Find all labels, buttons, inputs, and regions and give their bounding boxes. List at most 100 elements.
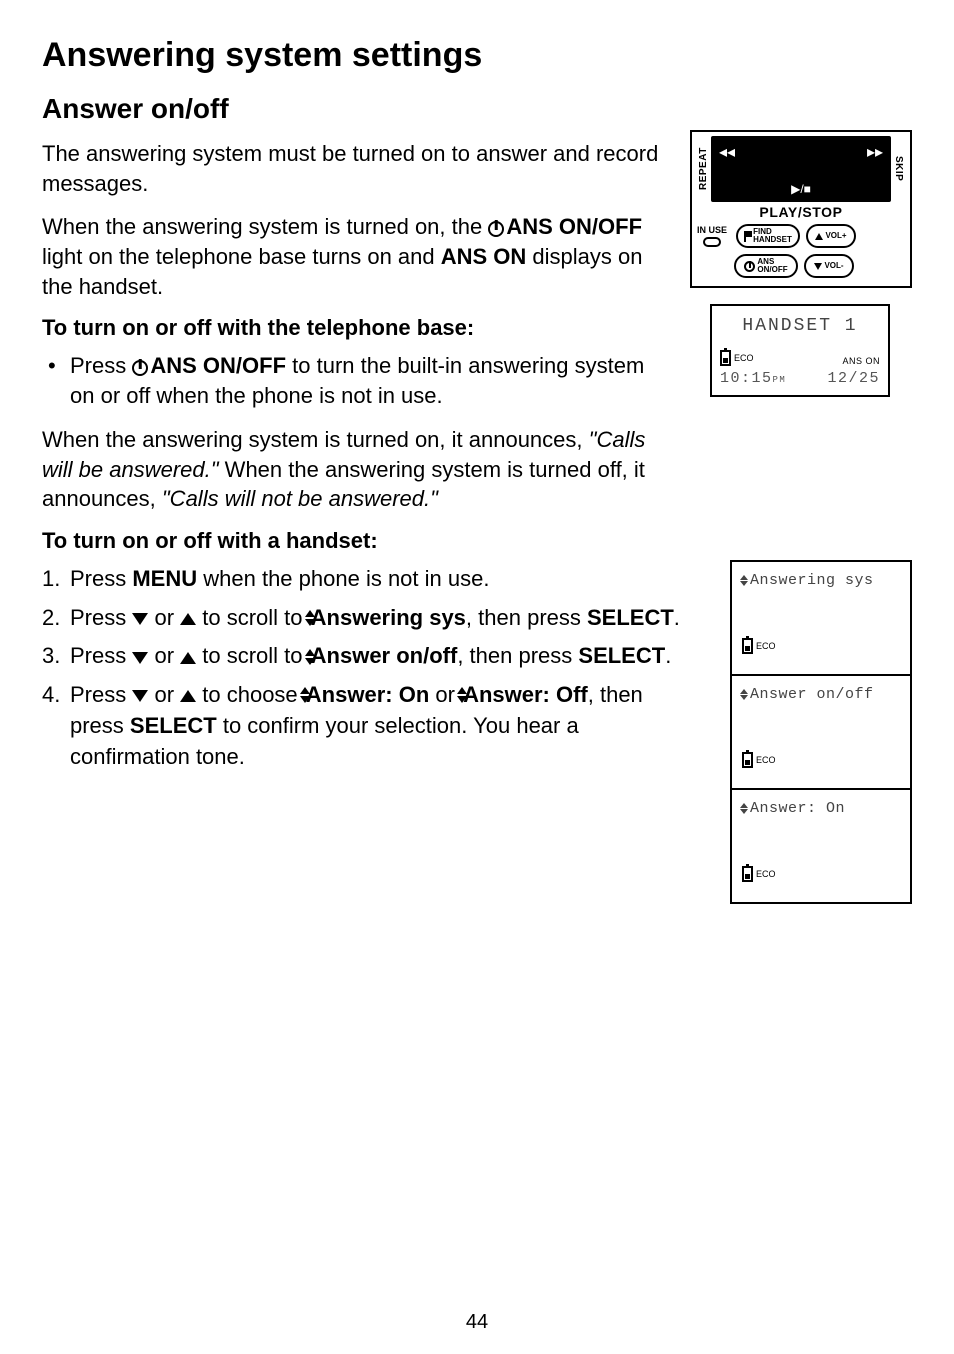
s4h: SELECT — [130, 713, 217, 738]
bullet-item: Press ANS ON/OFF to turn the built-in an… — [42, 351, 662, 410]
p3d: "Calls will not be answered." — [162, 486, 438, 511]
s1c: when the phone is not in use. — [197, 566, 489, 591]
flag-icon — [744, 231, 751, 242]
page-title: Answering system settings — [42, 36, 912, 75]
numbered-list: Press MENU when the phone is not in use.… — [42, 564, 682, 773]
base-row-2: ANSON/OFF VOL- — [698, 254, 904, 278]
lcd-step-3: Answer: On ECO — [730, 788, 912, 904]
updown-icon — [740, 803, 748, 814]
lcd-status-row: ECO ANS ON — [720, 350, 880, 366]
find-handset-button: FINDHANDSET — [736, 224, 800, 248]
s4e: or — [429, 682, 461, 707]
down-arrow-icon — [132, 652, 148, 664]
s3b: or — [148, 643, 180, 668]
s4d: Answer: On — [306, 682, 429, 707]
updown-icon — [740, 689, 748, 700]
power-icon — [488, 221, 504, 237]
base-row-1: IN USE FINDHANDSET VOL+ — [698, 224, 904, 248]
s2f: SELECT — [587, 605, 674, 630]
s3d: Answer on/off — [311, 643, 458, 668]
up-arrow-icon — [180, 690, 196, 702]
eco-label: ECO — [734, 353, 754, 363]
vol-up-button: VOL+ — [806, 224, 856, 248]
s2g: . — [674, 605, 680, 630]
eco-label: ECO — [756, 869, 776, 879]
play-area: ◂◂ ▸▸ ▶/■ — [711, 136, 891, 202]
s3e: , then press — [457, 643, 578, 668]
s2c: to scroll to — [196, 605, 308, 630]
vol-plus-label: VOL+ — [825, 232, 846, 240]
lcd-step-1: Answering sys ECO — [730, 560, 912, 676]
lcd-time: 10:15 — [720, 370, 773, 387]
vol-down-button: VOL- — [804, 254, 854, 278]
updown-icon — [740, 575, 748, 586]
ans-on-label: ANS ON — [842, 356, 880, 366]
lcd-ampm: PM — [773, 375, 787, 385]
in-use-indicator: IN USE — [694, 225, 730, 247]
power-icon — [132, 360, 148, 376]
down-arrow-icon — [132, 613, 148, 625]
lcd-title: HANDSET 1 — [720, 316, 880, 336]
up-arrow-icon — [180, 652, 196, 664]
p3a: When the answering system is turned on, … — [42, 427, 589, 452]
led-icon — [703, 237, 721, 247]
p2d: ANS ON — [441, 244, 527, 269]
battery-icon — [742, 638, 753, 654]
p2c: light on the telephone base turns on and — [42, 244, 441, 269]
s3c: to scroll to — [196, 643, 308, 668]
s4c: to choose — [196, 682, 304, 707]
eco-label: ECO — [756, 641, 776, 651]
s4b: or — [148, 682, 180, 707]
battery-icon — [742, 752, 753, 768]
paragraph-3: When the answering system is turned on, … — [42, 425, 662, 514]
s3f: SELECT — [578, 643, 665, 668]
vol-minus-label: VOL- — [824, 262, 843, 270]
step-3: Press or to scroll to Answer on/off, the… — [42, 641, 682, 672]
battery-icon — [720, 350, 731, 366]
battery-icon — [742, 866, 753, 882]
s1b: MENU — [132, 566, 197, 591]
s3g: . — [665, 643, 671, 668]
up-arrow-icon — [180, 613, 196, 625]
lcd-handset-main: HANDSET 1 ECO ANS ON 10:15PM 12/25 — [710, 304, 890, 397]
ans-onoff-button: ANSON/OFF — [734, 254, 798, 278]
s1a: Press — [70, 566, 132, 591]
paragraph-1: The answering system must be turned on t… — [42, 139, 662, 198]
b1b: ANS ON/OFF — [150, 353, 286, 378]
lcd2-text: Answer on/off — [750, 686, 874, 703]
b1a: Press — [70, 353, 132, 378]
s2d: Answering sys — [311, 605, 466, 630]
lcd-stack: Answering sys ECO Answer on/off ECO Answ… — [730, 560, 912, 904]
fastforward-icon: ▸▸ — [867, 142, 883, 162]
eco-label: ECO — [756, 755, 776, 765]
power-icon — [744, 261, 755, 272]
step-4: Press or to choose Answer: On or Answer:… — [42, 680, 682, 772]
base-top-row: REPEAT ◂◂ ▸▸ ▶/■ SKIP — [698, 136, 904, 202]
down-arrow-icon — [132, 690, 148, 702]
lcd-date: 12/25 — [827, 370, 880, 387]
lcd1-text: Answering sys — [750, 572, 874, 589]
play-stop-label: PLAY/STOP — [698, 204, 904, 220]
triangle-down-icon — [814, 263, 822, 270]
paragraph-2: When the answering system is turned on, … — [42, 212, 662, 301]
s2a: Press — [70, 605, 132, 630]
base-panel-illustration: REPEAT ◂◂ ▸▸ ▶/■ SKIP PLAY/STOP IN USE F… — [690, 130, 912, 288]
p2b: ANS ON/OFF — [506, 214, 642, 239]
s4a: Press — [70, 682, 132, 707]
lcd-datetime: 10:15PM 12/25 — [720, 370, 880, 387]
lcd3-text: Answer: On — [750, 800, 845, 817]
s3a: Press — [70, 643, 132, 668]
subheading-handset: To turn on or off with a handset: — [42, 528, 912, 554]
p2a: When the answering system is turned on, … — [42, 214, 488, 239]
step-2: Press or to scroll to Answering sys, the… — [42, 603, 682, 634]
s4f: Answer: Off — [463, 682, 588, 707]
play-stop-icon: ▶/■ — [791, 182, 811, 196]
repeat-label: REPEAT — [698, 136, 709, 202]
section-heading: Answer on/off — [42, 93, 912, 125]
s2b: or — [148, 605, 180, 630]
triangle-up-icon — [815, 233, 823, 240]
in-use-label: IN USE — [697, 225, 727, 235]
rewind-icon: ◂◂ — [719, 142, 735, 162]
bullet-list: Press ANS ON/OFF to turn the built-in an… — [42, 351, 662, 410]
page-number: 44 — [0, 1311, 954, 1334]
